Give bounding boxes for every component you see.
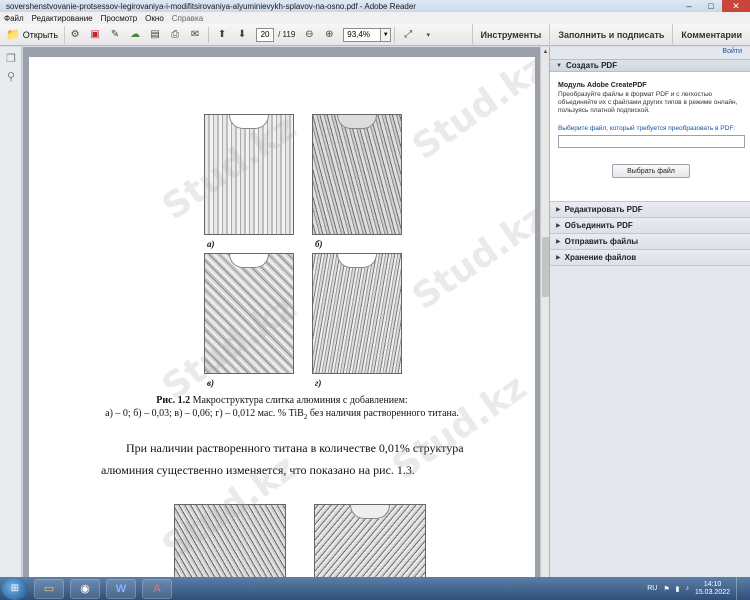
volume-icon[interactable]: ♪ bbox=[685, 585, 689, 592]
fit-page-icon[interactable]: ⤢ bbox=[400, 27, 416, 43]
maximize-button[interactable]: □ bbox=[700, 0, 722, 12]
taskbar: ⊞ ▭ ◉ W A RU ⚑ ▮ ♪ 14:10 15.03.2022 bbox=[0, 577, 750, 600]
network-icon[interactable]: ▮ bbox=[676, 585, 680, 593]
paragraph-line1: При наличии растворенного титана в колич… bbox=[126, 441, 464, 455]
open-label: Открыть bbox=[22, 29, 59, 40]
caption-prefix: Рис. 1.2 bbox=[156, 395, 191, 406]
tray-flag-icon[interactable]: ⚑ bbox=[663, 585, 669, 593]
menu-bar: Файл Редактирование Просмотр Окно Справк… bbox=[0, 12, 750, 24]
macrostructure-photo-c bbox=[204, 253, 294, 374]
acrobat-icon[interactable]: A bbox=[142, 578, 172, 599]
clock-time: 14:10 bbox=[703, 580, 722, 588]
zoom-input[interactable]: 93,4% bbox=[343, 27, 382, 42]
title-bar: sovershenstvovanie-protsessov-legirovani… bbox=[0, 0, 750, 12]
macrostructure-photo-a bbox=[204, 114, 294, 235]
section-label: Хранение файлов bbox=[564, 253, 637, 262]
tools-pane: Войти ▼ Создать PDF Модуль Adobe CreateP… bbox=[549, 47, 750, 577]
login-link[interactable]: Войти bbox=[550, 47, 750, 59]
explorer-icon[interactable]: ▭ bbox=[34, 578, 64, 599]
gear-icon[interactable]: ⚙ bbox=[67, 27, 83, 43]
create-pdf-icon[interactable]: ▣ bbox=[87, 27, 103, 43]
figure-caption-line2: а) – 0; б) – 0,03; в) – 0,06; г) – 0,012… bbox=[29, 408, 535, 421]
save-icon[interactable]: ▤ bbox=[147, 27, 163, 43]
minimize-button[interactable]: – bbox=[678, 0, 700, 12]
section-label: Редактировать PDF bbox=[564, 205, 643, 214]
clock[interactable]: 14:10 15.03.2022 bbox=[695, 581, 730, 597]
menu-help[interactable]: Справка bbox=[168, 14, 207, 23]
macrostructure-photo-d bbox=[312, 253, 402, 374]
choose-file-button[interactable]: Выбрать файл bbox=[612, 164, 690, 178]
tools-button[interactable]: Инструменты bbox=[471, 24, 550, 46]
menu-view[interactable]: Просмотр bbox=[97, 14, 142, 23]
section-label: Объединить PDF bbox=[564, 221, 633, 230]
more-tools-icon[interactable]: ▾ bbox=[420, 27, 436, 43]
fill-sign-button[interactable]: Заполнить и подписать bbox=[549, 24, 672, 46]
print-icon[interactable]: ⎙ bbox=[167, 27, 183, 43]
section-edit-pdf[interactable]: ▶ Редактировать PDF bbox=[550, 202, 750, 218]
module-description: Преобразуйте файлы в формат PDF и с легк… bbox=[558, 91, 738, 114]
caption-line1: Макроструктура слитка алюминия с добавле… bbox=[190, 395, 408, 406]
expanded-triangle-icon: ▼ bbox=[556, 62, 562, 69]
cloud-icon[interactable]: ☁ bbox=[127, 27, 143, 43]
macrostructure-photo-f bbox=[314, 504, 426, 577]
word-icon[interactable]: W bbox=[106, 578, 136, 599]
collapsed-triangle-icon: ▶ bbox=[556, 207, 561, 213]
scroll-thumb[interactable] bbox=[542, 237, 549, 297]
collapsed-triangle-icon: ▶ bbox=[556, 223, 561, 229]
edit-icon[interactable]: ✎ bbox=[107, 27, 123, 43]
folder-icon: 📁 bbox=[6, 29, 20, 41]
create-pdf-body: Модуль Adobe CreatePDF Преобразуйте файл… bbox=[550, 72, 750, 202]
zoom-in-icon[interactable]: ⊕ bbox=[321, 27, 337, 43]
choose-file-label: Выберите файл, который требуется преобра… bbox=[558, 125, 736, 132]
figure-caption-line1: Рис. 1.2 Макроструктура слитка алюминия … bbox=[29, 395, 535, 406]
chevron-down-icon[interactable]: ▼ bbox=[381, 27, 392, 42]
attachments-icon[interactable]: ⚲ bbox=[4, 69, 18, 83]
pages-panel-icon[interactable]: ❐ bbox=[4, 51, 18, 65]
section-label: Отправить файлы bbox=[564, 237, 639, 246]
page-number-input[interactable]: 20 bbox=[256, 27, 275, 42]
comments-button[interactable]: Комментарии bbox=[672, 24, 750, 46]
mail-icon[interactable]: ✉ bbox=[187, 27, 203, 43]
create-pdf-header[interactable]: ▼ Создать PDF bbox=[550, 59, 750, 72]
menu-file[interactable]: Файл bbox=[0, 14, 28, 23]
system-tray: RU ⚑ ▮ ♪ 14:10 15.03.2022 bbox=[647, 577, 750, 600]
vertical-scrollbar[interactable]: ▲ bbox=[540, 47, 549, 577]
section-store-files[interactable]: ▶ Хранение файлов bbox=[550, 250, 750, 266]
clock-date: 15.03.2022 bbox=[694, 588, 730, 596]
macrostructure-photo-e bbox=[174, 504, 286, 577]
pdf-page: а) б) в) г) Рис. 1.2 Макроструктура слит… bbox=[29, 57, 535, 577]
show-desktop-button[interactable] bbox=[736, 577, 744, 600]
language-indicator[interactable]: RU bbox=[647, 585, 657, 592]
toolbar: 📁 Открыть ⚙ ▣ ✎ ☁ ▤ ⎙ ✉ ⬆ ⬇ 20 / 119 ⊖ ⊕… bbox=[0, 24, 750, 46]
fig-label-d: г) bbox=[315, 378, 322, 388]
zoom-out-icon[interactable]: ⊖ bbox=[301, 27, 317, 43]
section-combine-pdf[interactable]: ▶ Объединить PDF bbox=[550, 218, 750, 234]
next-page-icon[interactable]: ⬇ bbox=[234, 27, 250, 43]
open-button[interactable]: 📁 Открыть bbox=[4, 25, 66, 44]
chrome-icon[interactable]: ◉ bbox=[70, 578, 100, 599]
create-pdf-label: Создать PDF bbox=[565, 61, 618, 70]
collapsed-triangle-icon: ▶ bbox=[556, 239, 561, 245]
file-input[interactable] bbox=[558, 135, 745, 148]
start-button[interactable]: ⊞ bbox=[2, 577, 28, 600]
paragraph-line2: алюминия существенно изменяется, что пок… bbox=[101, 463, 415, 477]
menu-edit[interactable]: Редактирование bbox=[28, 14, 97, 23]
caption-line2: а) – 0; б) – 0,03; в) – 0,06; г) – 0,012… bbox=[105, 408, 304, 419]
window-title: sovershenstvovanie-protsessov-legirovani… bbox=[6, 1, 416, 11]
menu-window[interactable]: Окно bbox=[141, 14, 168, 23]
module-title: Модуль Adobe CreatePDF bbox=[558, 82, 647, 89]
caption-line2-end: без наличия растворенного титана. bbox=[307, 408, 459, 419]
fig-label-b: б) bbox=[315, 239, 323, 249]
page-total: / 119 bbox=[278, 30, 296, 39]
prev-page-icon[interactable]: ⬆ bbox=[214, 27, 230, 43]
document-viewer[interactable]: а) б) в) г) Рис. 1.2 Макроструктура слит… bbox=[23, 47, 540, 577]
fig-label-a: а) bbox=[207, 239, 215, 249]
fig-label-c: в) bbox=[207, 378, 215, 388]
macrostructure-photo-b bbox=[312, 114, 402, 235]
close-button[interactable]: ✕ bbox=[722, 0, 750, 12]
collapsed-triangle-icon: ▶ bbox=[556, 255, 561, 261]
left-nav-pane: ❐ ⚲ bbox=[0, 47, 22, 577]
section-send-files[interactable]: ▶ Отправить файлы bbox=[550, 234, 750, 250]
